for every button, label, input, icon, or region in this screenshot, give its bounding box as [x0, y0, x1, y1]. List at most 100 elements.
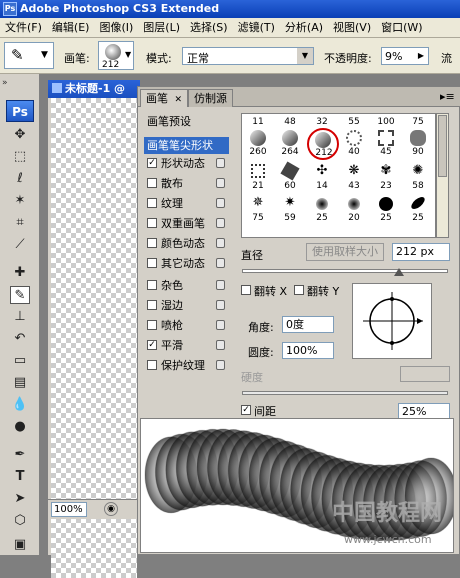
tool-preset-picker[interactable]: ✎ ▼	[4, 42, 54, 69]
list-item-brush-tip-shape[interactable]: 画笔笔尖形状	[144, 137, 229, 154]
lock-icon[interactable]	[216, 360, 225, 370]
eraser-tool-icon[interactable]: ▭	[10, 352, 30, 370]
list-item-other-dynamics[interactable]: 其它动态	[144, 255, 229, 272]
checkbox-other-dynamics[interactable]	[147, 258, 157, 268]
list-item-protect-texture[interactable]: 保护纹理	[144, 357, 229, 374]
lock-icon[interactable]	[216, 300, 225, 310]
brush-tip[interactable]: ✵ 75	[243, 194, 273, 224]
list-item-texture[interactable]: 纹理	[144, 195, 229, 212]
brush-tip[interactable]: 264	[275, 128, 305, 157]
lock-icon[interactable]	[216, 218, 225, 228]
list-item-brush-presets[interactable]: 画笔预设	[144, 113, 229, 130]
brush-tip[interactable]: ✺ 58	[403, 162, 433, 192]
brush-tip[interactable]: 25	[403, 194, 433, 223]
close-icon[interactable]: ✕	[175, 95, 183, 105]
checkbox-flip-x[interactable]	[241, 285, 251, 295]
marquee-tool-icon[interactable]: ⬚	[10, 148, 30, 166]
use-sample-size-button[interactable]: 使用取样大小	[306, 243, 384, 261]
list-item-wet-edges[interactable]: 湿边	[144, 297, 229, 314]
angle-input[interactable]: 0度	[282, 316, 334, 333]
checkbox-airbrush[interactable]	[147, 320, 157, 330]
checkbox-dual-brush[interactable]	[147, 218, 157, 228]
brush-tip[interactable]: 21	[243, 162, 273, 191]
lock-icon[interactable]	[216, 178, 225, 188]
brush-tip[interactable]: 40	[339, 128, 369, 157]
brush-tip[interactable]: 60	[275, 161, 305, 191]
opacity-input[interactable]: 9% ▶	[381, 47, 429, 65]
checkbox-wet-edges[interactable]	[147, 300, 157, 310]
magic-wand-tool-icon[interactable]: ✶	[10, 192, 30, 210]
list-item-shape-dynamics[interactable]: ✓ 形状动态	[144, 155, 229, 172]
lasso-tool-icon[interactable]: ℓ	[10, 170, 30, 188]
checkbox-smoothing[interactable]: ✓	[147, 340, 157, 350]
crop-tool-icon[interactable]: ⌗	[10, 214, 30, 232]
checkbox-protect-texture[interactable]	[147, 360, 157, 370]
slice-tool-icon[interactable]: ⟋	[10, 236, 30, 254]
menu-select[interactable]: 选择(S)	[185, 18, 233, 38]
lock-icon[interactable]	[216, 320, 225, 330]
list-item-airbrush[interactable]: 喷枪	[144, 317, 229, 334]
lock-icon[interactable]	[216, 258, 225, 268]
photoshop-logo-icon[interactable]: Ps	[6, 100, 34, 122]
brush-tip-selected[interactable]: 212	[307, 128, 339, 160]
checkbox-scattering[interactable]	[147, 178, 157, 188]
move-tool-icon[interactable]: ✥	[10, 126, 30, 144]
brush-tip[interactable]: 25	[371, 194, 401, 223]
tab-brushes[interactable]: 画笔 ✕	[140, 89, 189, 107]
checkbox-flip-y[interactable]	[294, 285, 304, 295]
list-item-scattering[interactable]: 散布	[144, 175, 229, 192]
healing-brush-tool-icon[interactable]: ✚	[10, 264, 30, 282]
path-selection-tool-icon[interactable]: ➤	[10, 490, 30, 508]
clone-stamp-tool-icon[interactable]: ⊥	[10, 308, 30, 326]
mode-select[interactable]: 正常 ▼	[182, 47, 314, 65]
brush-tip[interactable]: ✣ 14	[307, 162, 337, 192]
zoom-input[interactable]: 100%	[51, 502, 87, 517]
brush-tool-icon[interactable]: ✎	[10, 286, 30, 304]
checkbox-color-dynamics[interactable]	[147, 238, 157, 248]
shape-tool-icon[interactable]: ⬡	[10, 512, 30, 530]
pen-tool-icon[interactable]: ✒	[10, 446, 30, 464]
brush-tip[interactable]: 260	[243, 128, 273, 157]
diameter-input[interactable]: 212 px	[392, 243, 450, 261]
menu-layer[interactable]: 图层(L)	[138, 18, 185, 38]
checkbox-texture[interactable]	[147, 198, 157, 208]
lock-icon[interactable]	[216, 238, 225, 248]
type-tool-icon[interactable]: T	[10, 468, 30, 486]
brush-tip[interactable]: ✷ 59	[275, 194, 305, 224]
document-title-bar[interactable]: 未标题-1 @	[48, 80, 140, 98]
menu-analysis[interactable]: 分析(A)	[280, 18, 328, 38]
list-item-noise[interactable]: 杂色	[144, 277, 229, 294]
lock-icon[interactable]	[216, 280, 225, 290]
brush-picker[interactable]: 212 ▼	[98, 41, 134, 70]
menu-file[interactable]: 文件(F)	[0, 18, 47, 38]
brush-tip[interactable]: 20	[339, 194, 369, 223]
brush-grid-scrollbar[interactable]	[436, 113, 449, 238]
list-item-color-dynamics[interactable]: 颜色动态	[144, 235, 229, 252]
checkbox-shape-dynamics[interactable]: ✓	[147, 158, 157, 168]
menu-view[interactable]: 视图(V)	[328, 18, 376, 38]
diameter-slider[interactable]	[242, 269, 448, 273]
gradient-tool-icon[interactable]: ▤	[10, 374, 30, 392]
dodge-tool-icon[interactable]: ●	[10, 418, 30, 436]
menu-image[interactable]: 图像(I)	[94, 18, 138, 38]
angle-roundness-dial[interactable]	[353, 284, 431, 358]
panel-menu-icon[interactable]: ▸≡	[440, 90, 455, 103]
brush-tip[interactable]: ❋ 43	[339, 162, 369, 192]
brush-tip[interactable]: 45	[371, 128, 401, 157]
history-brush-tool-icon[interactable]: ↶	[10, 330, 30, 348]
collapse-icon[interactable]: »	[2, 78, 8, 88]
lock-icon[interactable]	[216, 158, 225, 168]
tab-clone-source[interactable]: 仿制源	[188, 89, 233, 107]
list-item-smoothing[interactable]: ✓ 平滑	[144, 337, 229, 354]
lock-icon[interactable]	[216, 340, 225, 350]
list-item-dual-brush[interactable]: 双重画笔	[144, 215, 229, 232]
notes-tool-icon[interactable]: ▣	[10, 536, 30, 554]
blur-tool-icon[interactable]: 💧	[10, 396, 30, 414]
checkbox-noise[interactable]	[147, 280, 157, 290]
brush-tip[interactable]: 90	[403, 128, 433, 157]
lock-icon[interactable]	[216, 198, 225, 208]
checkbox-spacing[interactable]: ✓	[241, 405, 251, 415]
roundness-input[interactable]: 100%	[282, 342, 334, 359]
scrollbar-thumb[interactable]	[438, 115, 447, 177]
angle-roundness-preview[interactable]	[352, 283, 432, 359]
